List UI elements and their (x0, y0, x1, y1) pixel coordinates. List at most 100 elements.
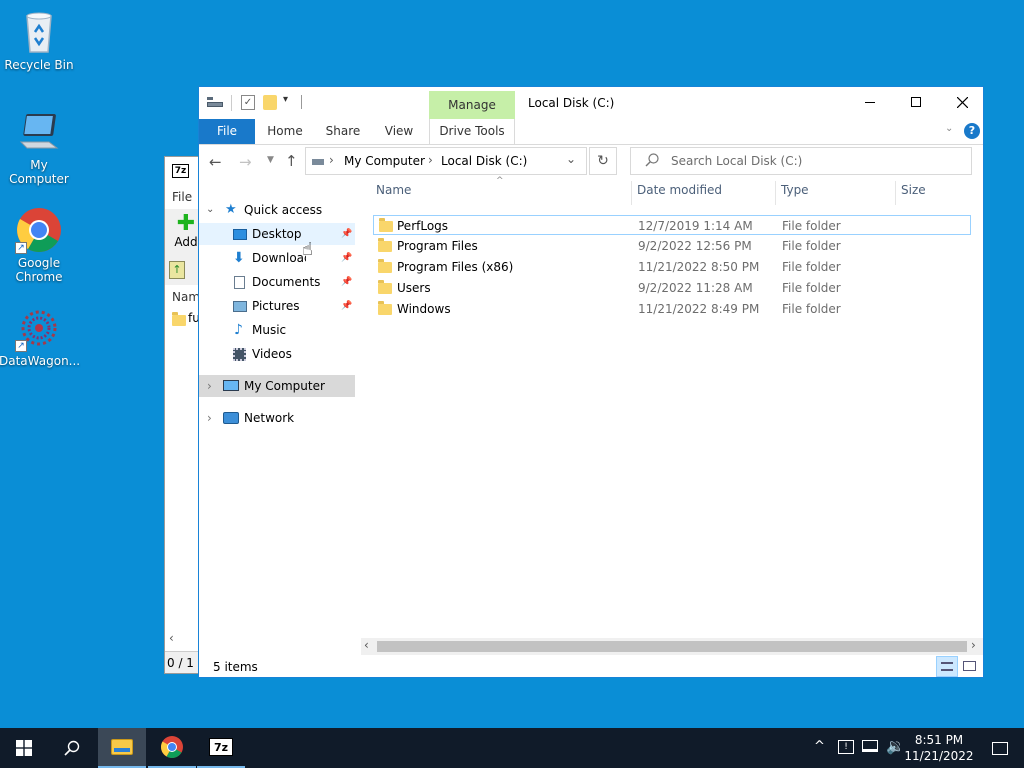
taskbar-chrome[interactable] (148, 728, 196, 768)
7zip-column-name[interactable]: Nam (172, 290, 200, 304)
properties-icon[interactable]: ✓ (241, 95, 255, 110)
scrollbar-thumb[interactable] (377, 641, 967, 652)
sidebar-item-downloads[interactable]: ⬇ Downloads 📌 (199, 247, 355, 269)
address-row: ← → ▼ ↑ › My Computer › Local Disk (C:) … (199, 145, 983, 179)
customize-qat-chevron-icon[interactable]: ▾ (283, 94, 288, 105)
table-row[interactable]: PerfLogs 12/7/2019 1:14 AM File folder (373, 215, 971, 235)
breadcrumb-local-disk[interactable]: Local Disk (C:) (441, 154, 527, 168)
desktop-icon-google-chrome[interactable]: ↗ Google Chrome (0, 206, 79, 284)
table-row[interactable]: Program Files 9/2/2022 12:56 PM File fol… (373, 236, 971, 256)
column-divider (775, 181, 776, 205)
sidebar-item-documents[interactable]: Documents 📌 (199, 271, 355, 293)
network-status-icon[interactable] (862, 740, 878, 752)
show-hidden-icons-chevron-icon[interactable]: ^ (814, 739, 825, 754)
pin-icon[interactable]: 📌 (341, 271, 352, 293)
start-button[interactable] (0, 728, 48, 768)
help-icon[interactable]: ? (964, 123, 980, 139)
large-icons-view-button[interactable] (960, 656, 980, 677)
close-button[interactable] (939, 87, 985, 117)
chrome-icon (161, 736, 183, 758)
network-label: Network (244, 411, 295, 425)
column-header-date[interactable]: Date modified (637, 183, 722, 197)
details-view-icon (941, 662, 953, 671)
minimize-button[interactable] (847, 87, 893, 117)
pin-icon[interactable]: 📌 (341, 295, 352, 317)
file-name: PerfLogs (397, 219, 449, 233)
title-bar[interactable]: ✓ ▾ Manage Local Disk (C:) (199, 87, 983, 119)
minimize-icon (865, 101, 875, 103)
manage-context-tab[interactable]: Manage (429, 91, 515, 119)
7zip-hscroll-left-arrow[interactable]: ‹ (169, 631, 174, 645)
column-header-name[interactable]: Name (376, 183, 411, 197)
sidebar-item-network[interactable]: › Network (199, 407, 355, 429)
expand-ribbon-chevron-icon[interactable]: ⌄ (945, 123, 953, 134)
file-type: File folder (782, 219, 841, 233)
taskbar-search-button[interactable] (48, 728, 96, 768)
window-title: Local Disk (C:) (528, 96, 615, 110)
table-row[interactable]: Users 9/2/2022 11:28 AM File folder (373, 278, 971, 298)
desktop-icon (233, 229, 247, 240)
column-header-size[interactable]: Size (901, 183, 926, 197)
sidebar-item-desktop[interactable]: Desktop 📌 (199, 223, 355, 245)
scroll-right-arrow-icon[interactable]: › (971, 638, 976, 652)
address-bar[interactable]: › My Computer › Local Disk (C:) ⌄ (305, 147, 587, 175)
pin-icon[interactable]: 📌 (341, 223, 352, 245)
close-icon (956, 96, 968, 108)
videos-label: Videos (252, 347, 292, 361)
search-box[interactable]: Search Local Disk (C:) (630, 147, 972, 175)
refresh-button[interactable]: ↻ (589, 147, 617, 175)
desktop-label: Desktop (252, 227, 302, 241)
search-icon (64, 740, 80, 756)
notification-icon (992, 741, 1008, 755)
details-view-button[interactable] (936, 656, 958, 677)
desktop-icon-my-computer[interactable]: My Computer (0, 108, 79, 186)
file-type: File folder (782, 260, 841, 274)
desktop-icon-recycle-bin[interactable]: Recycle Bin (0, 8, 79, 72)
back-button[interactable]: ← (209, 153, 222, 171)
folder-icon (378, 259, 392, 273)
explorer-window[interactable]: ✓ ▾ Manage Local Disk (C:) File Home Sha… (198, 86, 984, 678)
taskbar-7zip[interactable]: 7z (197, 728, 245, 768)
recent-locations-chevron-icon[interactable]: ▼ (267, 155, 274, 165)
action-center-button[interactable] (976, 728, 1024, 768)
7zip-add-button[interactable]: ✚ Add (171, 213, 201, 250)
clock[interactable]: 8:51 PM 11/21/2022 (902, 732, 976, 764)
download-arrow-icon: ⬇ (233, 250, 245, 266)
breadcrumb-my-computer[interactable]: My Computer (344, 154, 425, 168)
quick-access-item[interactable]: ⌄ ★ Quick access (199, 199, 355, 221)
pin-icon[interactable]: 📌 (341, 247, 352, 269)
new-folder-icon[interactable] (263, 95, 277, 110)
7zip-menu-file[interactable]: File (172, 190, 192, 204)
table-row[interactable]: Program Files (x86) 11/21/2022 8:50 PM F… (373, 257, 971, 277)
file-name: Windows (397, 302, 451, 316)
sidebar-item-music[interactable]: ♪ Music (199, 319, 355, 341)
taskbar-file-explorer[interactable] (98, 728, 146, 768)
sidebar-item-pictures[interactable]: Pictures 📌 (199, 295, 355, 317)
desktop-icon-datawagon[interactable]: ↗ DataWagon... (0, 304, 80, 368)
collapsed-chevron-icon: › (207, 411, 212, 425)
chrome-label: Google Chrome (15, 256, 63, 284)
table-row[interactable]: Windows 11/21/2022 8:49 PM File folder (373, 299, 971, 319)
pictures-icon (233, 301, 247, 312)
column-header-type[interactable]: Type (781, 183, 809, 197)
shortcut-arrow-icon: ↗ (15, 242, 27, 254)
star-icon: ★ (225, 202, 237, 217)
sidebar-item-videos[interactable]: Videos (199, 343, 355, 365)
up-button[interactable]: ↑ (285, 152, 298, 170)
maximize-button[interactable] (893, 87, 939, 117)
tab-drive-tools[interactable]: Drive Tools (429, 119, 515, 144)
my-computer-icon (15, 108, 63, 156)
horizontal-scrollbar[interactable]: ‹ › (361, 638, 983, 655)
up-folder-icon[interactable]: ↑ (169, 261, 185, 279)
pictures-label: Pictures (252, 299, 300, 313)
scroll-left-arrow-icon[interactable]: ‹ (364, 638, 369, 652)
tab-share[interactable]: Share (319, 119, 367, 144)
address-dropdown-icon[interactable]: ⌄ (566, 152, 576, 166)
tab-home[interactable]: Home (261, 119, 309, 144)
tray-app-icon[interactable]: ! (838, 740, 854, 754)
tab-view[interactable]: View (377, 119, 421, 144)
file-name: Users (397, 281, 431, 295)
forward-button[interactable]: → (239, 153, 252, 171)
sidebar-item-my-computer[interactable]: › My Computer (199, 375, 355, 397)
tab-file[interactable]: File (199, 119, 255, 144)
